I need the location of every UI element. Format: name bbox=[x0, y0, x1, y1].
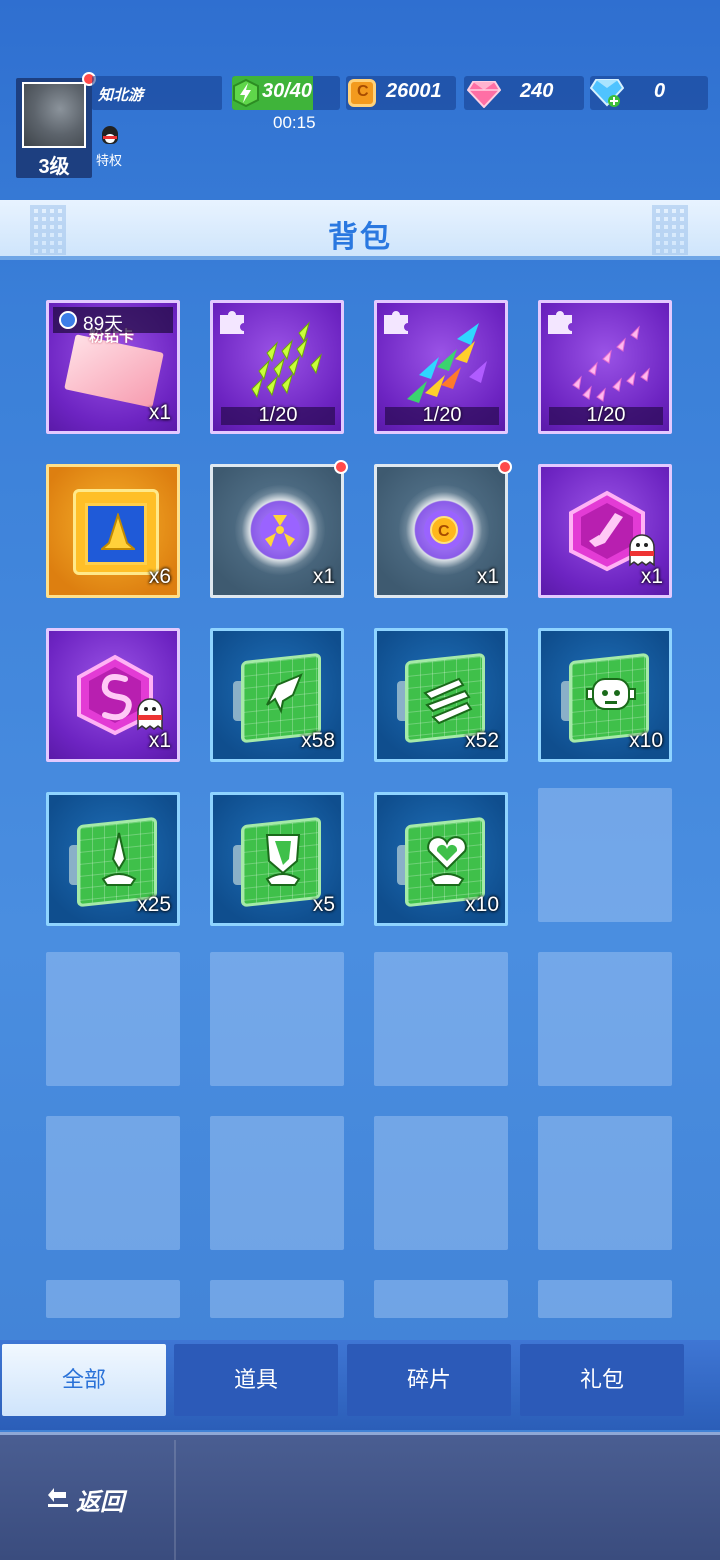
tab-props[interactable]: 道具 bbox=[174, 1344, 338, 1416]
item-count: x10 bbox=[465, 893, 499, 916]
green-missiles-icon bbox=[251, 321, 322, 399]
energy-bolt-icon bbox=[233, 78, 259, 108]
item-slot-radar-coin[interactable]: C x1 bbox=[374, 464, 508, 598]
item-count: x1 bbox=[476, 565, 499, 588]
empty-slot[interactable] bbox=[210, 1116, 344, 1250]
back-arrow-icon[interactable] bbox=[46, 1488, 70, 1508]
empty-slot[interactable] bbox=[374, 1280, 508, 1318]
empty-slot[interactable] bbox=[210, 952, 344, 1086]
item-count: x25 bbox=[137, 893, 171, 916]
shield-glyph-icon bbox=[265, 834, 301, 886]
item-count: x6 bbox=[148, 565, 171, 588]
pink-gem-icon bbox=[467, 81, 501, 108]
pink-wave-missiles-icon bbox=[572, 325, 650, 402]
item-count: x58 bbox=[301, 729, 335, 752]
tab-fragments[interactable]: 碎片 bbox=[347, 1344, 511, 1416]
fragment-progress: 1/20 bbox=[258, 404, 298, 426]
divider bbox=[174, 1440, 176, 1560]
gold-coin-icon: C bbox=[424, 510, 464, 550]
top-status-bar: 3级 知北游 特权 30/40 00:15 26001 240 0 bbox=[0, 0, 720, 190]
empty-slot[interactable] bbox=[538, 1116, 672, 1250]
item-slot-pink-card[interactable]: 粉钻卡 89天 x1 bbox=[46, 300, 180, 434]
tab-all[interactable]: 全部 bbox=[2, 1344, 166, 1416]
item-count: x5 bbox=[312, 893, 335, 916]
sword-glyph-icon bbox=[101, 832, 137, 886]
item-slot-hex-s[interactable]: x1 bbox=[46, 628, 180, 762]
empty-slot[interactable] bbox=[538, 1280, 672, 1318]
yellow-fighter-icon bbox=[101, 513, 135, 550]
energy-value: 30/40 bbox=[262, 80, 313, 102]
back-button[interactable]: 返回 bbox=[76, 1482, 124, 1517]
coin-value: 26001 bbox=[386, 80, 442, 102]
empty-slot[interactable] bbox=[46, 1116, 180, 1250]
item-slot-gold-box[interactable]: x6 bbox=[46, 464, 180, 598]
player-name: 知北游 bbox=[98, 87, 144, 104]
expiry-badge: 89天 bbox=[53, 307, 173, 335]
item-slot-screen-arrows[interactable]: x52 bbox=[374, 628, 508, 762]
avatar-image bbox=[22, 82, 86, 148]
fragment-progress: 1/20 bbox=[586, 404, 626, 426]
ghost-icon bbox=[137, 698, 163, 731]
coin-icon bbox=[348, 79, 376, 107]
item-count: x1 bbox=[312, 565, 335, 588]
svg-text:C: C bbox=[438, 523, 450, 540]
item-slot-hex-rocket[interactable]: x1 bbox=[538, 464, 672, 598]
expiry-text: 89天 bbox=[83, 314, 124, 335]
rocket-glyph-icon bbox=[266, 673, 303, 715]
fragment-progress: 1/20 bbox=[422, 404, 462, 426]
empty-slot[interactable] bbox=[538, 788, 672, 922]
item-slot-screen-robot[interactable]: x10 bbox=[538, 628, 672, 762]
clock-icon bbox=[59, 311, 77, 329]
privilege-label[interactable]: 特权 bbox=[96, 150, 122, 169]
item-slot-radar[interactable]: x1 bbox=[210, 464, 344, 598]
heart-glyph-icon bbox=[427, 836, 467, 886]
radiation-symbol-icon bbox=[260, 510, 300, 550]
empty-slot[interactable] bbox=[210, 1280, 344, 1318]
new-item-dot bbox=[498, 460, 512, 474]
pink-gem-value: 240 bbox=[520, 80, 554, 102]
empty-slot[interactable] bbox=[374, 1116, 508, 1250]
empty-slot[interactable] bbox=[538, 952, 672, 1086]
item-count: x1 bbox=[148, 401, 171, 424]
energy-timer: 00:15 bbox=[273, 113, 316, 132]
tab-gift-packs[interactable]: 礼包 bbox=[520, 1344, 684, 1416]
item-slot-screen-heart[interactable]: x10 bbox=[374, 792, 508, 926]
item-slot-fragment-pink[interactable]: 1/20 bbox=[538, 300, 672, 434]
player-level: 3级 bbox=[38, 156, 70, 178]
robot-glyph-icon bbox=[586, 678, 636, 710]
triple-arrows-glyph-icon bbox=[423, 677, 473, 725]
item-slot-screen-shield[interactable]: x5 bbox=[210, 792, 344, 926]
item-slot-fragment-green[interactable]: 1/20 bbox=[210, 300, 344, 434]
item-slot-fragment-rainbow[interactable]: 1/20 bbox=[374, 300, 508, 434]
page-title: 背包 bbox=[328, 221, 392, 254]
item-count: x10 bbox=[629, 729, 663, 752]
empty-slot[interactable] bbox=[46, 952, 180, 1086]
diamond-value: 0 bbox=[654, 80, 666, 102]
rainbow-missiles-icon bbox=[407, 323, 487, 403]
item-slot-screen-sword[interactable]: x25 bbox=[46, 792, 180, 926]
item-count: x52 bbox=[465, 729, 499, 752]
ghost-icon bbox=[629, 534, 655, 567]
item-slot-screen-rocket[interactable]: x58 bbox=[210, 628, 344, 762]
item-count: x1 bbox=[640, 565, 663, 588]
diamond-plus-icon bbox=[590, 79, 624, 107]
item-count: x1 bbox=[148, 729, 171, 752]
new-item-dot bbox=[334, 460, 348, 474]
empty-slot[interactable] bbox=[374, 952, 508, 1086]
empty-slot[interactable] bbox=[46, 1280, 180, 1318]
